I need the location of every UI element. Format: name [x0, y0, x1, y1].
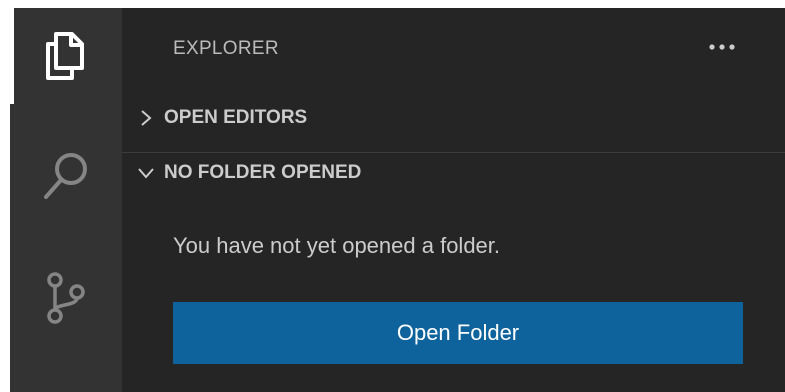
files-icon — [46, 32, 84, 80]
section-label: OPEN EDITORS — [164, 107, 308, 128]
open-folder-button[interactable]: Open Folder — [173, 302, 743, 364]
search-icon — [44, 153, 87, 199]
section-label: NO FOLDER OPENED — [164, 162, 362, 183]
vscode-window: EXPLORER OPEN EDITORS NO FOLDER OPENED Y… — [10, 8, 785, 392]
active-indicator — [10, 8, 14, 104]
no-folder-message: You have not yet opened a folder. — [173, 233, 501, 258]
explorer-sidebar: EXPLORER OPEN EDITORS NO FOLDER OPENED Y… — [122, 8, 785, 392]
more-actions-button[interactable] — [702, 30, 742, 64]
section-no-folder-opened[interactable]: NO FOLDER OPENED — [122, 152, 785, 193]
activity-explorer[interactable] — [10, 8, 122, 104]
ellipsis-icon — [709, 44, 735, 50]
chevron-right-icon — [137, 109, 155, 127]
activity-source-control[interactable] — [10, 250, 122, 346]
section-open-editors[interactable]: OPEN EDITORS — [122, 98, 785, 138]
activity-search[interactable] — [10, 128, 122, 224]
chevron-down-icon — [137, 164, 155, 182]
source-control-icon — [47, 272, 85, 324]
activity-bar — [10, 8, 122, 392]
sidebar-title: EXPLORER — [173, 38, 279, 59]
